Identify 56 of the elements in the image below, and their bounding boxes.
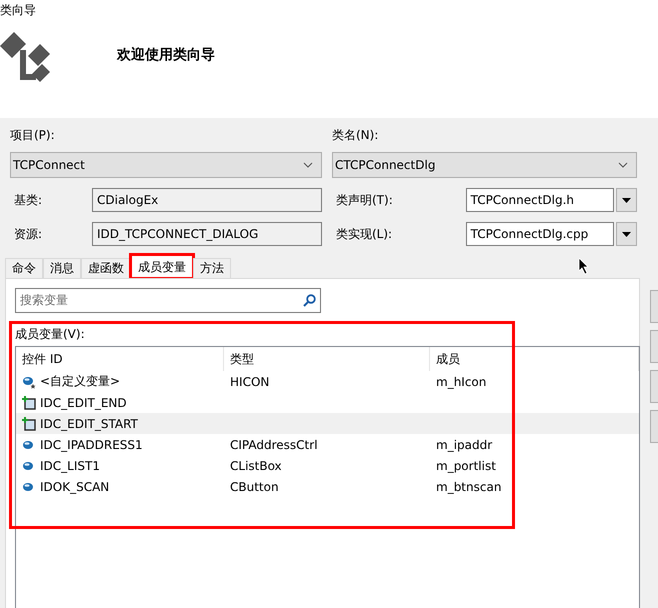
search-icon bbox=[303, 294, 316, 307]
type-cell-text: HICON bbox=[229, 374, 270, 388]
member-cell-text: m_hIcon bbox=[435, 374, 486, 388]
member-row[interactable]: IDC_EDIT_END bbox=[16, 392, 639, 413]
member-row[interactable]: IDOK_SCAN CButton m_btnscan bbox=[16, 476, 639, 497]
resource-field[interactable]: IDD_TCPCONNECT_DIALOG bbox=[92, 222, 322, 246]
member-cell-text: m_btnscan bbox=[435, 480, 502, 494]
control-id-cell: IDC_LIST1 bbox=[40, 458, 100, 472]
class-impl-field[interactable]: TCPConnectDlg.cpp bbox=[466, 222, 614, 246]
mouse-cursor-icon bbox=[579, 258, 590, 274]
members-label: 成员变量(V): bbox=[15, 326, 86, 342]
member-cell-text: m_ipaddr bbox=[435, 438, 492, 452]
column-header[interactable]: 控件 ID bbox=[16, 347, 224, 371]
base-class-field[interactable]: CDialogEx bbox=[92, 188, 322, 212]
type-cell-text: CListBox bbox=[229, 458, 282, 472]
project-dropdown[interactable]: TCPConnect bbox=[10, 152, 322, 178]
control-id-cell: IDC_EDIT_START bbox=[40, 416, 138, 430]
type-cell-text: CIPAddressCtrl bbox=[229, 438, 318, 452]
column-header[interactable]: 成员 bbox=[430, 347, 639, 371]
member-row[interactable]: <自定义变量> HICON m_hIcon bbox=[16, 371, 639, 392]
type-cell-text: CButton bbox=[229, 480, 279, 494]
class-header-field[interactable]: TCPConnectDlg.h bbox=[466, 188, 614, 212]
class-name-label: 类名(N): bbox=[332, 127, 380, 144]
member-row[interactable]: IDC_IPADDRESS1 CIPAddressCtrl m_ipaddr bbox=[16, 434, 639, 455]
class-header-label: 类声明(T): bbox=[335, 192, 394, 208]
project-label: 项目(P): bbox=[10, 127, 56, 144]
tab[interactable]: 命令 bbox=[5, 258, 43, 278]
resource-label: 资源: bbox=[13, 226, 44, 242]
tab[interactable]: 方法 bbox=[193, 258, 231, 278]
control-id-cell: <自定义变量> bbox=[40, 373, 120, 390]
tab[interactable]: 成员变量 bbox=[131, 255, 193, 278]
member-cell-text: m_portlist bbox=[435, 458, 496, 472]
control-id-cell: IDC_EDIT_END bbox=[40, 396, 127, 410]
column-header[interactable]: 类型 bbox=[224, 347, 430, 371]
tab[interactable]: 虚函数 bbox=[81, 258, 131, 278]
dropdown-button[interactable] bbox=[616, 222, 638, 246]
search-field[interactable]: 搜索变量 bbox=[15, 288, 321, 313]
caret-icon bbox=[622, 198, 632, 202]
base-class-label: 基类: bbox=[13, 192, 44, 208]
variable-star-icon bbox=[22, 374, 36, 388]
class-hierarchy-icon bbox=[0, 32, 50, 84]
tab[interactable]: 消息 bbox=[43, 258, 81, 278]
caret-icon bbox=[622, 232, 632, 236]
dropdown-button[interactable] bbox=[616, 188, 638, 212]
control-id-cell: IDOK_SCAN bbox=[40, 480, 110, 494]
member-row[interactable]: IDC_LIST1 CListBox m_portlist bbox=[16, 455, 639, 476]
add-control-icon bbox=[22, 396, 36, 410]
control-id-cell: IDC_IPADDRESS1 bbox=[40, 438, 143, 452]
chevron-down-icon bbox=[618, 162, 628, 168]
window-title: 类向导 bbox=[0, 2, 36, 19]
class-impl-label: 类实现(L): bbox=[335, 226, 394, 242]
welcome-heading: 欢迎使用类向导 bbox=[117, 46, 215, 64]
class-name-dropdown[interactable]: CTCPConnectDlg bbox=[332, 152, 637, 178]
member-row[interactable]: IDC_EDIT_START bbox=[16, 413, 639, 434]
add-control-icon bbox=[22, 416, 36, 430]
chevron-down-icon bbox=[303, 162, 313, 168]
